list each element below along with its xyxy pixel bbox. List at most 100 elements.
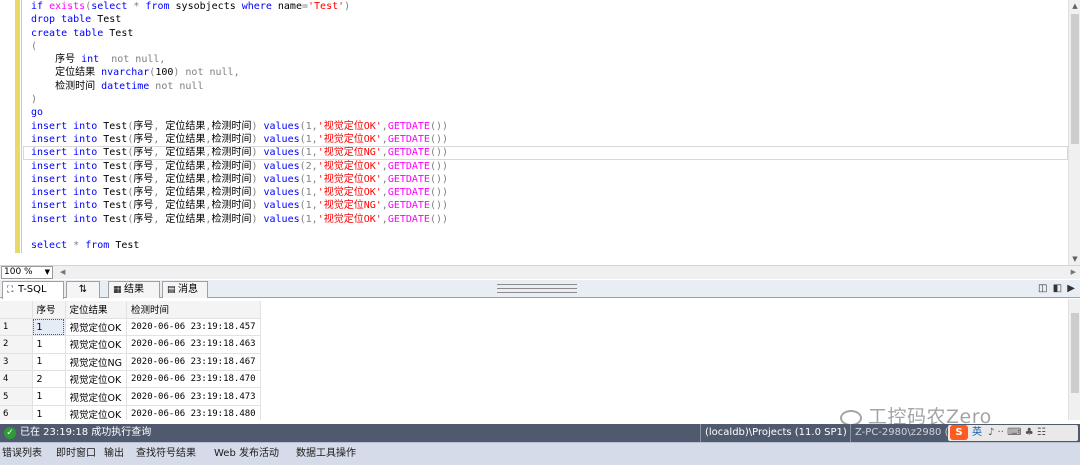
tool-tab[interactable]: 错误列表 — [2, 443, 42, 465]
code-token: datetime — [101, 80, 156, 92]
table-row[interactable]: 6 1 视觉定位OK 2020-06-06 23:19:18.480 — [0, 405, 261, 420]
code-token: ( — [31, 40, 38, 52]
table-cell[interactable]: 1 — [32, 405, 66, 420]
table-cell[interactable]: 视觉定位OK — [65, 318, 127, 337]
chevron-down-icon[interactable]: ▼ — [45, 267, 50, 278]
grid-header-row: 序号 定位结果 检测时间 — [0, 301, 261, 319]
code-line[interactable]: if exists(select * from sysobjects where… — [23, 0, 1068, 13]
code-token: values — [263, 133, 300, 145]
table-cell[interactable]: 2020-06-06 23:19:18.467 — [126, 353, 261, 372]
code-token: not null, — [111, 54, 166, 66]
result-tab-bar: ⛶ T-SQL ⇅ ▦ 结果 ▤ 消息 ◫ ◧ ▶ — [0, 280, 1080, 299]
code-line[interactable]: ( — [23, 40, 1068, 53]
table-row[interactable]: 4 2 视觉定位OK 2020-06-06 23:19:18.470 — [0, 370, 261, 389]
code-token: (1, — [299, 120, 318, 132]
code-line[interactable]: 定位结果 nvarchar(100) not null, — [23, 66, 1068, 79]
results-grid[interactable]: 序号 定位结果 检测时间 1 1 视觉定位OK 2020-06-06 23:19:18.45… — [0, 301, 261, 420]
table-cell[interactable]: 视觉定位OK — [65, 335, 127, 354]
tab-tsql[interactable]: ⛶ T-SQL — [2, 281, 64, 299]
code-token: GETDATE — [387, 173, 430, 185]
code-line[interactable]: insert into Test(序号, 定位结果,检测时间) values(1… — [23, 133, 1068, 146]
ime-toolbar[interactable]: S 英 ♪ ·· ⌨ ♣ ☷ — [948, 425, 1078, 441]
scroll-up-icon[interactable]: ▲ — [1069, 0, 1080, 12]
scroll-left-icon[interactable]: ◀ — [60, 268, 65, 276]
row-number[interactable]: 3 — [0, 353, 33, 372]
pane-layout-icons[interactable]: ◫ ◧ ▶ — [1038, 283, 1076, 294]
code-line[interactable]: ) — [23, 93, 1068, 106]
tab-results[interactable]: ▦ 结果 — [108, 281, 160, 298]
table-row[interactable]: 5 1 视觉定位OK 2020-06-06 23:19:18.473 — [0, 387, 261, 406]
column-header[interactable]: 定位结果 — [65, 301, 127, 319]
tool-tab[interactable]: 查找符号结果 — [136, 443, 196, 465]
zoom-select[interactable]: 100 % ▼ — [1, 266, 53, 279]
code-token: Test — [97, 14, 122, 26]
table-cell[interactable]: 2020-06-06 23:19:18.470 — [126, 370, 261, 389]
row-number[interactable]: 1 — [0, 318, 33, 337]
code-line[interactable]: drop table Test — [23, 13, 1068, 26]
tab-pin[interactable]: ⇅ — [66, 281, 100, 298]
code-line[interactable]: insert into Test(序号, 定位结果,检测时间) values(1… — [23, 199, 1068, 212]
table-cell[interactable]: 视觉定位NG — [65, 353, 127, 372]
scroll-thumb[interactable] — [1071, 313, 1079, 393]
table-cell[interactable]: 视觉定位OK — [65, 387, 127, 406]
code-line[interactable]: insert into Test(序号, 定位结果,检测时间) values(1… — [23, 173, 1068, 186]
row-number[interactable]: 2 — [0, 335, 33, 354]
ime-language[interactable]: 英 — [972, 425, 982, 441]
editor-vertical-scrollbar[interactable]: ▲ ▼ — [1068, 0, 1080, 265]
table-cell[interactable]: 1 — [32, 335, 66, 354]
pane-splitter[interactable] — [497, 284, 577, 293]
table-cell[interactable]: 2020-06-06 23:19:18.480 — [126, 405, 261, 420]
table-cell[interactable]: 1 — [32, 353, 66, 372]
code-line[interactable]: 检测时间 datetime not null — [23, 80, 1068, 93]
table-cell[interactable]: 1 — [32, 318, 66, 337]
table-cell[interactable]: 2020-06-06 23:19:18.473 — [126, 387, 261, 406]
code-line[interactable] — [23, 226, 1068, 239]
row-number[interactable]: 6 — [0, 405, 33, 420]
ime-tool-icons[interactable]: ♪ ·· ⌨ ♣ ☷ — [988, 425, 1046, 441]
tool-tab[interactable]: 即时窗口 — [56, 443, 96, 465]
column-header[interactable]: 序号 — [32, 301, 66, 319]
scroll-right-icon[interactable]: ▶ — [1071, 268, 1076, 276]
code-line[interactable]: insert into Test(序号, 定位结果,检测时间) values(2… — [23, 160, 1068, 173]
code-token: 定位结果 — [165, 120, 206, 132]
code-line[interactable]: insert into Test(序号, 定位结果,检测时间) values(1… — [23, 146, 1068, 160]
row-header-corner[interactable] — [0, 301, 33, 319]
row-number[interactable]: 4 — [0, 370, 33, 389]
table-cell[interactable]: 2020-06-06 23:19:18.463 — [126, 335, 261, 354]
tool-tab[interactable]: Web 发布活动 — [214, 443, 279, 465]
code-line[interactable]: insert into Test(序号, 定位结果,检测时间) values(1… — [23, 213, 1068, 226]
table-row[interactable]: 1 1 视觉定位OK 2020-06-06 23:19:18.457 — [0, 318, 261, 337]
code-token: * — [73, 240, 86, 252]
tool-tab[interactable]: 输出 — [104, 443, 124, 465]
table-cell[interactable]: 2 — [32, 370, 66, 389]
table-cell[interactable]: 2020-06-06 23:19:18.457 — [126, 318, 261, 337]
code-line[interactable]: insert into Test(序号, 定位结果,检测时间) values(1… — [23, 186, 1068, 199]
table-cell[interactable]: 1 — [32, 387, 66, 406]
code-line[interactable]: go — [23, 106, 1068, 119]
code-token: ) — [251, 213, 264, 225]
code-line[interactable]: insert into Test(序号, 定位结果,检测时间) values(1… — [23, 120, 1068, 133]
code-line[interactable]: 序号 int not null, — [23, 53, 1068, 66]
code-line[interactable]: create table Test — [23, 27, 1068, 40]
column-header[interactable]: 检测时间 — [126, 301, 261, 319]
row-number[interactable]: 5 — [0, 387, 33, 406]
tool-tab[interactable]: 数据工具操作 — [296, 443, 356, 465]
results-vertical-scrollbar[interactable] — [1068, 299, 1080, 420]
code-token: 检测时间 — [211, 213, 252, 225]
sql-editor[interactable]: if exists (select * from sysobjects where… — [0, 0, 1080, 265]
code-token: ()) — [429, 133, 449, 145]
sogou-logo-icon[interactable]: S — [950, 425, 968, 440]
tab-messages[interactable]: ▤ 消息 — [162, 281, 208, 298]
status-message: 已在 23:19:18 成功执行查询 — [20, 427, 152, 438]
table-cell[interactable]: 视觉定位OK — [65, 370, 127, 389]
code-line[interactable]: select * from Test — [23, 239, 1068, 252]
code-token: insert into — [31, 173, 104, 185]
table-cell[interactable]: 视觉定位OK — [65, 405, 127, 420]
table-row[interactable]: 2 1 视觉定位OK 2020-06-06 23:19:18.463 — [0, 335, 261, 354]
table-row[interactable]: 3 1 视觉定位NG 2020-06-06 23:19:18.467 — [0, 353, 261, 372]
code-area[interactable]: if exists (select * from sysobjects where… — [23, 0, 1068, 253]
scroll-down-icon[interactable]: ▼ — [1069, 253, 1080, 265]
scroll-thumb[interactable] — [1071, 14, 1079, 144]
code-token: 序号 — [133, 147, 154, 159]
gutter-divider — [21, 0, 22, 253]
